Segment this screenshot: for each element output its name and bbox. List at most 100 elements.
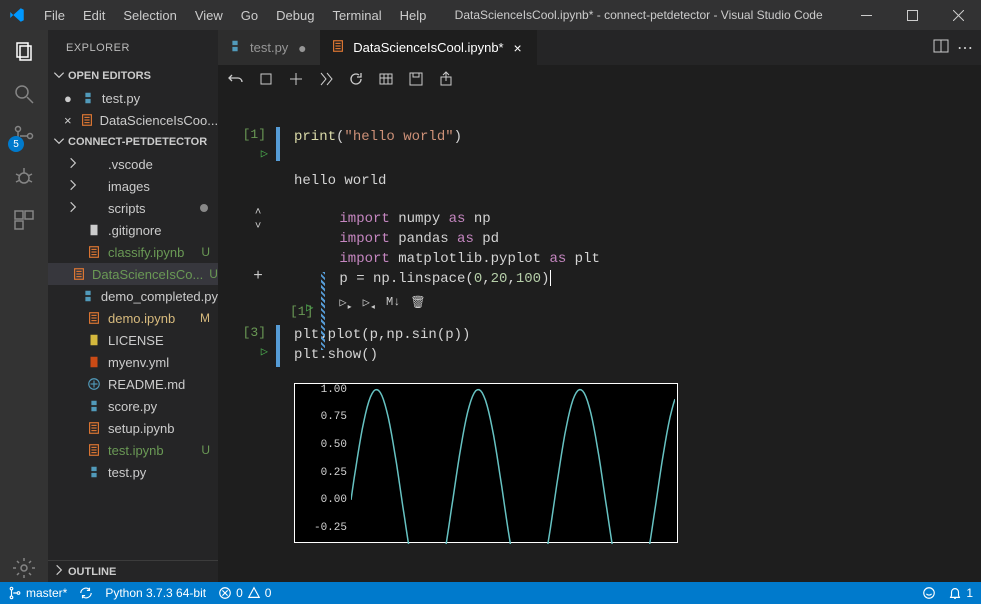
file-icon	[86, 333, 102, 347]
menu-edit[interactable]: Edit	[75, 4, 113, 27]
y-tick-label: 0.00	[321, 494, 347, 506]
dirty-dot-icon: ●	[64, 91, 72, 106]
cell-marker	[276, 127, 280, 161]
file-tree-item[interactable]: demo_completed.py	[48, 285, 218, 307]
cell-code[interactable]: plt.plot(p,np.sin(p))plt.show()	[288, 323, 971, 367]
file-tree-item[interactable]: demo.ipynbM	[48, 307, 218, 329]
menu-terminal[interactable]: Terminal	[324, 4, 389, 27]
run-cell-icon[interactable]: ▷	[306, 300, 313, 315]
close-button[interactable]	[935, 0, 981, 30]
error-count: 0	[236, 586, 243, 600]
run-all-icon[interactable]	[318, 71, 334, 90]
file-tree-item[interactable]: .vscode	[48, 153, 218, 175]
problems[interactable]: 0 0	[218, 586, 271, 600]
open-editors-header[interactable]: OPEN EDITORS	[48, 65, 218, 87]
settings-icon[interactable]	[10, 554, 38, 582]
add-icon[interactable]: +	[253, 267, 263, 285]
restart-icon[interactable]	[348, 71, 364, 90]
git-branch[interactable]: master*	[8, 586, 67, 600]
chevron-right-icon	[66, 178, 80, 195]
grid-icon[interactable]	[378, 71, 394, 90]
run-above-icon[interactable]: ▷◂	[363, 295, 376, 313]
open-editor-item[interactable]: ● test.py	[48, 87, 218, 109]
outline-header[interactable]: OUTLINE	[48, 560, 218, 582]
interpreter[interactable]: Python 3.7.3 64-bit	[105, 586, 206, 600]
stop-icon[interactable]	[258, 71, 274, 90]
run-below-icon[interactable]: ▷▸	[339, 295, 352, 313]
split-editor-icon[interactable]	[933, 38, 949, 57]
git-status: U	[201, 443, 210, 457]
notebook-cell[interactable]: [1]▷print("hello world")	[228, 125, 971, 161]
menubar: FileEditSelectionViewGoDebugTerminalHelp	[36, 4, 434, 27]
y-tick-label: -0.25	[314, 522, 347, 534]
file-icon	[72, 267, 86, 281]
sync-icon[interactable]	[79, 586, 93, 600]
chevron-up-icon[interactable]: ˄	[255, 207, 262, 219]
workspace-header[interactable]: CONNECT-PETDETECTOR	[48, 131, 218, 153]
file-label: LICENSE	[108, 333, 164, 348]
file-icon	[86, 179, 102, 193]
explorer-sidebar: EXPLORER OPEN EDITORS ●test.py×DataScien…	[48, 30, 218, 582]
notebook-cell[interactable]: [3] ▷ plt.plot(p,np.sin(p))plt.show()	[228, 323, 971, 367]
menu-selection[interactable]: Selection	[115, 4, 184, 27]
explorer-icon[interactable]	[10, 38, 38, 66]
chevron-down-icon[interactable]: ˅	[255, 221, 262, 233]
file-label: setup.ipynb	[108, 421, 175, 436]
file-icon	[86, 377, 102, 391]
y-tick-label: 1.00	[321, 384, 347, 396]
menu-debug[interactable]: Debug	[268, 4, 322, 27]
cell-code[interactable]: import numpy as npimport pandas as pdimp…	[333, 207, 971, 315]
menu-view[interactable]: View	[187, 4, 231, 27]
close-icon[interactable]: ×	[64, 113, 72, 128]
chevron-down-icon	[52, 68, 64, 85]
editor-tab[interactable]: test.py●	[218, 30, 321, 65]
file-tree-item[interactable]: LICENSE	[48, 329, 218, 351]
search-icon[interactable]	[10, 80, 38, 108]
file-tree-item[interactable]: README.md	[48, 373, 218, 395]
notebook[interactable]: [1]▷print("hello world")hello world˄˅+[1…	[218, 95, 981, 582]
file-tree-item[interactable]: myenv.yml	[48, 351, 218, 373]
chevron-right-icon	[66, 156, 80, 173]
close-icon[interactable]: ×	[510, 40, 526, 56]
file-tree-item[interactable]: test.ipynbU	[48, 439, 218, 461]
y-tick-label: 0.25	[321, 467, 347, 479]
run-cell-icon[interactable]: ▷	[261, 344, 268, 359]
run-cell-icon[interactable]: ▷	[261, 146, 268, 161]
menu-help[interactable]: Help	[392, 4, 435, 27]
delete-icon[interactable]: 🗑	[410, 295, 425, 313]
file-label: images	[108, 179, 150, 194]
menu-go[interactable]: Go	[233, 4, 266, 27]
save-icon[interactable]	[408, 71, 424, 90]
file-tree-item[interactable]: setup.ipynb	[48, 417, 218, 439]
file-tree-item[interactable]: .gitignore	[48, 219, 218, 241]
export-icon[interactable]	[438, 71, 454, 90]
file-tree-item[interactable]: scripts	[48, 197, 218, 219]
notebook-cell[interactable]: ˄˅+[1]▷import numpy as npimport pandas a…	[228, 207, 971, 315]
feedback-icon[interactable]	[922, 586, 936, 600]
scm-icon[interactable]: 5	[10, 122, 38, 150]
minimize-button[interactable]	[843, 0, 889, 30]
notifications-icon[interactable]: 1	[948, 586, 973, 600]
chevron-right-icon	[52, 563, 64, 580]
debug-icon[interactable]	[10, 164, 38, 192]
maximize-button[interactable]	[889, 0, 935, 30]
file-icon	[86, 465, 102, 479]
open-editor-item[interactable]: ×DataScienceIsCoo...	[48, 109, 218, 131]
file-tree-item[interactable]: images	[48, 175, 218, 197]
more-icon[interactable]: ⋯	[957, 38, 973, 58]
file-tree-item[interactable]: classify.ipynbU	[48, 241, 218, 263]
file-tree-item[interactable]: test.py	[48, 461, 218, 483]
extensions-icon[interactable]	[10, 206, 38, 234]
exec-count: [3]	[243, 325, 266, 340]
menu-file[interactable]: File	[36, 4, 73, 27]
file-label: test.py	[102, 91, 140, 106]
undo-icon[interactable]	[228, 71, 244, 90]
file-label: test.py	[108, 465, 146, 480]
add-icon[interactable]	[288, 71, 304, 90]
outline-label: OUTLINE	[68, 566, 116, 578]
editor-tab[interactable]: DataScienceIsCool.ipynb*×	[321, 30, 536, 65]
file-tree-item[interactable]: DataScienceIsCo...U	[48, 263, 218, 285]
cell-code[interactable]: print("hello world")	[288, 125, 971, 161]
file-tree-item[interactable]: score.py	[48, 395, 218, 417]
markdown-icon[interactable]: M↓	[386, 295, 400, 313]
